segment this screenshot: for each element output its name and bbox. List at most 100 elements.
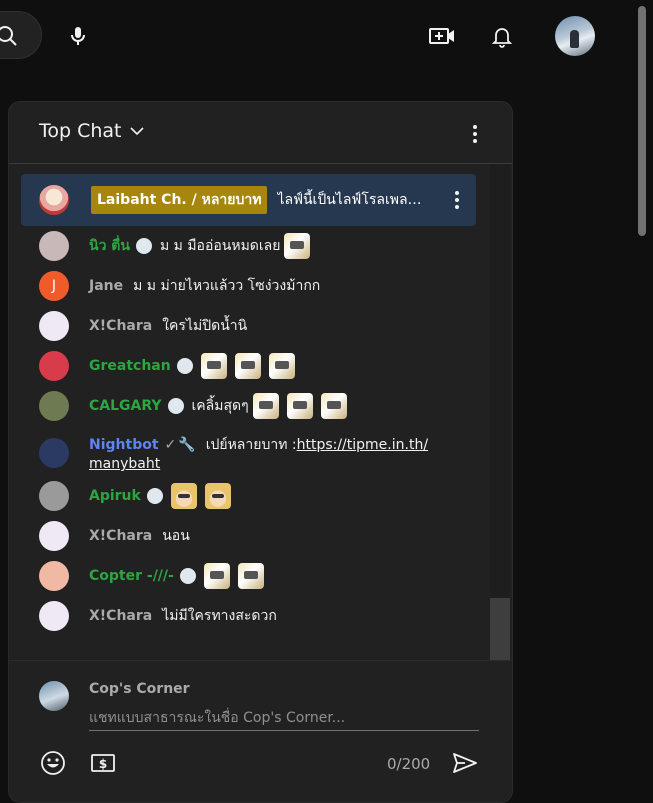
custom-emote-icon [200,353,227,379]
emoji-icon [41,751,65,775]
author-name[interactable]: X!Chara [89,608,152,624]
custom-emote-icon [284,233,311,259]
message-body: X!Chara ใครไม่ปิดน้ำนิ [89,315,247,337]
message-body: CALGARY เคลิ้มสุดๆ [89,393,351,419]
chevron-down-icon [129,127,144,136]
custom-emote-icon [170,483,197,509]
chat-message[interactable]: CALGARY เคลิ้มสุดๆ [39,386,479,426]
pinned-more-button[interactable] [445,188,469,212]
message-text: ไม่มีใครทางสะดวก [162,608,277,624]
custom-emote-icon [268,353,295,379]
chat-message[interactable]: X!Chara ไม่มีใครทางสะดวก [39,596,479,636]
author-name[interactable]: Jane [89,278,123,294]
author-avatar[interactable] [39,561,69,591]
author-avatar[interactable]: J [39,271,69,301]
author-avatar[interactable] [39,311,69,341]
chat-message-input[interactable] [89,705,479,731]
author-avatar[interactable] [39,481,69,511]
chat-message[interactable]: Copter -///- [39,556,479,596]
voice-search-button[interactable] [58,16,98,56]
chat-message[interactable]: Greatchan [39,346,479,386]
top-bar [0,0,653,72]
chat-message-list[interactable]: X!Charaขอต่อยกวินาทีนิว ตื่นม ม มืออ่อนห… [9,164,512,660]
dollar-bill-icon: $ [91,754,115,772]
live-chat-panel: Top Chat X!Charaขอต่อยกวินาทีนิว ตื่นม ม… [8,101,513,803]
author-name[interactable]: X!Chara [89,528,152,544]
author-avatar[interactable] [39,438,69,468]
microphone-icon [71,27,85,45]
member-badge-icon [176,358,193,374]
chat-message[interactable]: X!Chara นอน [39,516,479,556]
message-text: นอน [162,528,190,544]
message-body: X!Chara นอน [89,525,190,547]
account-avatar[interactable] [555,16,595,56]
chat-message[interactable]: Apiruk [39,476,479,516]
moderator-wrench-icon: 🔧 [178,437,196,453]
character-counter: 0/200 [387,755,431,773]
member-badge-icon [179,568,196,584]
custom-emote-icon [320,393,347,419]
author-avatar[interactable] [39,391,69,421]
message-body: Apiruk [89,483,235,509]
message-body: Nightbot ✓ 🔧 เปย์หลายบาท : https://tipme.in… [89,434,479,472]
message-text: ม ม มืออ่อนหมดเลย [159,238,281,254]
custom-emote-icon [252,393,279,419]
author-name[interactable]: CALGARY [89,398,162,414]
author-name[interactable]: Greatchan [89,358,171,374]
chat-message[interactable]: X!Chara ใครไม่ปิดน้ำนิ [39,306,479,346]
send-button[interactable] [449,747,481,779]
more-vert-icon [473,125,477,143]
author-name[interactable]: Copter -///- [89,568,174,584]
member-badge-icon [135,238,152,254]
emoji-button[interactable] [39,749,67,777]
author-name[interactable]: Nightbot [89,437,159,453]
chat-scrollbar-thumb[interactable] [490,598,510,660]
message-text: เคลิ้มสุดๆ [191,398,249,414]
pinned-author-avatar [39,185,69,215]
chat-mode-label: Top Chat [39,120,122,142]
author-avatar[interactable] [39,351,69,381]
page-scrollbar[interactable] [638,6,646,236]
message-link-continued[interactable]: manybaht [89,456,160,472]
pinned-owner-chip: Laibaht Ch. / หลายบาท [91,186,268,214]
create-button[interactable] [422,16,462,56]
custom-emote-icon [286,393,313,419]
message-body: Greatchan [89,353,299,379]
author-avatar[interactable] [39,601,69,631]
member-badge-icon [167,398,184,414]
svg-text:$: $ [99,757,107,771]
chat-header: Top Chat [9,102,512,164]
custom-emote-icon [234,353,261,379]
notifications-button[interactable] [482,16,522,56]
custom-emote-icon [204,483,231,509]
pinned-message-banner[interactable]: Laibaht Ch. / หลายบาท ไลฟ์นี้เป็นไลฟ์โรล… [21,174,476,226]
message-body: Copter -///- [89,563,268,589]
avatar-letter: J [51,278,57,294]
custom-emote-icon [237,563,264,589]
message-text: ม ม ม่ายไหวแล้วว โซง่วงม้ากก [133,278,321,294]
message-text: เปย์หลายบาท : [205,437,297,453]
pinned-message-text: ไลฟ์นี้เป็นไลฟ์โรลเพลย์... [277,192,428,208]
author-name[interactable]: นิว ตื่น [89,235,130,257]
chat-mode-dropdown[interactable]: Top Chat [39,120,146,142]
super-chat-button[interactable]: $ [89,749,117,777]
message-body: นิว ตื่น ม ม มืออ่อนหมดเลย [89,233,314,259]
chat-message[interactable]: Nightbot ✓ 🔧 เปย์หลายบาท : https://tipme.in… [39,427,479,479]
author-name[interactable]: X!Chara [89,318,152,334]
send-icon [453,753,477,773]
chat-more-button[interactable] [461,120,489,148]
notifications-bell-icon [491,28,513,48]
author-name[interactable]: Apiruk [89,488,141,504]
custom-emote-icon [203,563,230,589]
search-button[interactable] [0,11,42,59]
create-video-icon [429,28,454,44]
chat-message[interactable]: นิว ตื่น ม ม มืออ่อนหมดเลย [39,226,479,266]
author-avatar[interactable] [39,521,69,551]
composer-avatar [39,681,69,711]
chat-message[interactable]: J Jane ม ม ม่ายไหวแล้วว โซง่วงม้ากก [39,266,479,306]
chat-scrollbar-track[interactable] [490,164,510,660]
message-body: X!Chara ไม่มีใครทางสะดวก [89,605,277,627]
message-link[interactable]: https://tipme.in.th/ [297,437,428,453]
composer-user-name: Cop's Corner [89,681,190,697]
author-avatar[interactable] [39,231,69,261]
